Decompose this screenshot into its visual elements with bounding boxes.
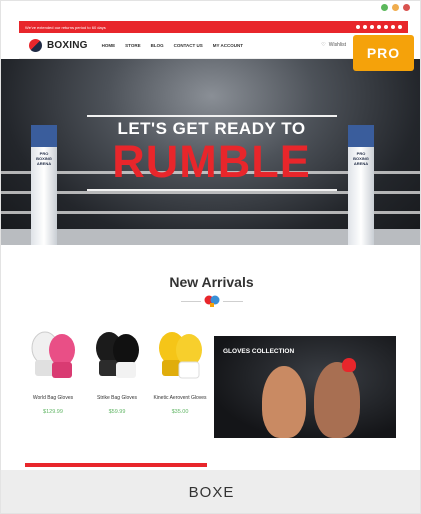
product-price: $35.00 (171, 409, 189, 415)
boxing-gloves-icon (204, 295, 220, 307)
announcement-bar: We've extended our returns period to 60 … (19, 21, 408, 33)
product-name[interactable]: World Bag Gloves (23, 395, 83, 401)
site-logo[interactable]: BOXING (47, 40, 88, 51)
nav-menu: HOME STORE BLOG CONTACT US MY ACCOUNT (102, 43, 243, 48)
nav-item-blog[interactable]: BLOG (151, 43, 164, 48)
product-image[interactable] (91, 328, 143, 384)
dribbble-icon[interactable] (384, 25, 388, 29)
hero-title: RUMBLE (112, 136, 311, 187)
email-icon[interactable] (398, 25, 402, 29)
hero-banner: PRO BOXING ARENA PRO BOXING ARENA LET'S … (1, 59, 420, 245)
main-navigation: BOXING HOME STORE BLOG CONTACT US MY ACC… (19, 33, 408, 59)
announcement-text: We've extended our returns period to 60 … (25, 24, 106, 30)
instagram-icon[interactable] (377, 25, 381, 29)
wishlist-link[interactable]: ♡ Wishlist (321, 42, 346, 48)
window-controls (381, 4, 410, 11)
red-dot (403, 4, 410, 11)
product-card[interactable]: Kinetic Aerovent Gloves $35.00 (150, 328, 210, 415)
title-divider-left (181, 301, 201, 302)
twitter-icon[interactable] (356, 25, 360, 29)
product-name[interactable]: Kinetic Aerovent Gloves (150, 395, 210, 401)
theme-name[interactable]: BOXE (189, 484, 235, 501)
hero-line-top (87, 115, 337, 117)
logo-icon[interactable] (29, 39, 42, 52)
product-card[interactable]: Strike Bag Gloves $59.99 (87, 328, 147, 415)
product-image[interactable] (154, 328, 206, 384)
product-card[interactable]: World Bag Gloves $129.99 (23, 328, 83, 415)
product-price: $59.99 (108, 409, 126, 415)
green-dot (381, 4, 388, 11)
product-name[interactable]: Strike Bag Gloves (87, 395, 147, 401)
orange-dot (392, 4, 399, 11)
social-icons (356, 25, 402, 29)
hero-line-bottom (87, 189, 337, 191)
nav-item-home[interactable]: HOME (102, 43, 116, 48)
nav-item-store[interactable]: STORE (125, 43, 140, 48)
collection-title: GLOVES COLLECTION (223, 348, 295, 355)
section-title: New Arrivals (169, 274, 254, 290)
pro-badge: PRO (353, 35, 414, 71)
boxer-right (314, 362, 360, 438)
heart-icon: ♡ (321, 42, 326, 48)
boxer-left (262, 366, 306, 438)
glove-red (342, 358, 356, 372)
gloves-collection-banner[interactable]: GLOVES COLLECTION (214, 336, 396, 438)
wishlist-label: Wishlist (328, 42, 346, 48)
nav-item-contact[interactable]: CONTACT US (174, 43, 203, 48)
title-divider-right (223, 301, 243, 302)
facebook-icon[interactable] (363, 25, 367, 29)
youtube-icon[interactable] (391, 25, 395, 29)
nav-item-account[interactable]: MY ACCOUNT (213, 43, 243, 48)
theme-preview-card[interactable]: We've extended our returns period to 60 … (0, 0, 421, 514)
next-banner-edge (25, 463, 207, 467)
product-image[interactable] (27, 328, 79, 384)
theme-name-bar: BOXE (1, 470, 420, 513)
product-price: $129.99 (43, 409, 63, 415)
pinterest-icon[interactable] (370, 25, 374, 29)
